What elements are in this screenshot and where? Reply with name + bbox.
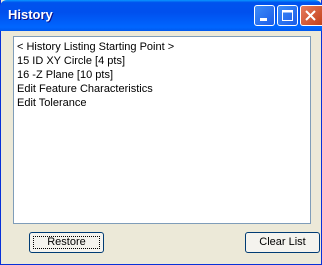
close-icon: [305, 10, 316, 21]
window-title: History: [8, 7, 53, 22]
minimize-button[interactable]: [254, 5, 275, 26]
list-item[interactable]: Edit Tolerance: [17, 96, 310, 110]
history-window: History < History Listing Starting Point…: [0, 0, 322, 265]
list-item[interactable]: 15 ID XY Circle [4 pts]: [17, 54, 310, 68]
minimize-icon: [260, 18, 267, 21]
clear-list-button[interactable]: Clear List: [245, 232, 320, 253]
list-item[interactable]: < History Listing Starting Point >: [17, 40, 310, 54]
title-bar[interactable]: History: [0, 0, 322, 31]
maximize-button[interactable]: [277, 5, 298, 26]
history-listbox[interactable]: < History Listing Starting Point > 15 ID…: [13, 36, 311, 224]
close-button[interactable]: [300, 5, 322, 26]
maximize-icon: [282, 10, 293, 21]
focus-outline: [33, 236, 100, 249]
list-item[interactable]: 16 -Z Plane [10 pts]: [17, 68, 310, 82]
restore-button[interactable]: Restore: [29, 232, 104, 253]
list-item[interactable]: Edit Feature Characteristics: [17, 82, 310, 96]
